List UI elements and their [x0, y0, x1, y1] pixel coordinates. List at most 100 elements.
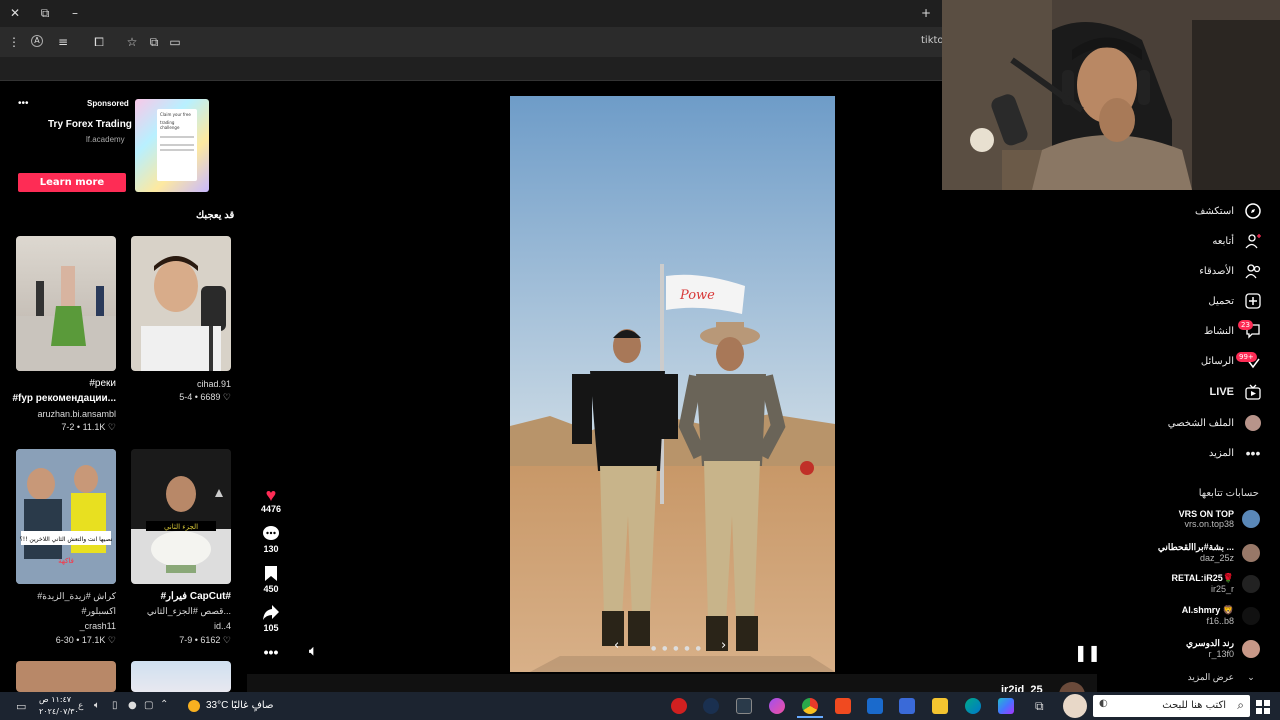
reading-list-icon[interactable]: ≡ [55, 35, 71, 49]
recommendation-thumbnail[interactable] [131, 661, 231, 692]
bookmark-star-icon[interactable]: ☆ [124, 35, 140, 49]
date-text: 6-30 [55, 635, 74, 645]
share-count: 105 [263, 623, 279, 633]
like-button[interactable]: ♥ 4476 [258, 486, 284, 514]
nav-activity[interactable]: النشاط [1204, 321, 1262, 341]
notifications-icon[interactable]: ▭ [16, 700, 26, 713]
recommendations-heading: قد يعجبك [196, 210, 235, 221]
pause-icon[interactable]: ❚❚ [1074, 643, 1101, 662]
thumb-overlay-text: نصيها انت والتعش الثاني اللاخرين !!؟ [20, 536, 113, 543]
learn-more-button[interactable]: Learn more [18, 173, 126, 192]
steam-icon[interactable] [703, 698, 719, 714]
page-header-strip [0, 57, 942, 81]
microphone-icon[interactable]: ● [128, 700, 137, 711]
more-dots-icon[interactable]: ••• [18, 98, 29, 109]
ad-thumb-line: Claim your free [160, 112, 191, 117]
recommendation-caption[interactable]: #реки [89, 378, 116, 389]
more-options-icon[interactable]: ••• [258, 644, 284, 660]
windows-start-icon[interactable] [1256, 699, 1270, 714]
following-account[interactable]: VRS ON TOP vrs.on.top38 [1179, 509, 1260, 529]
recommendation-author[interactable]: aruzhan.bi.ansambl [37, 409, 116, 419]
weather-temp[interactable]: 33°C [206, 700, 228, 711]
ad-title[interactable]: Try Forex Trading [48, 119, 132, 130]
recommendation-thumbnail[interactable] [16, 661, 116, 692]
following-account[interactable]: Al.shmry 🦁 f16..b8 [1182, 605, 1260, 626]
show-more-button[interactable]: عرض المزيد ⌄ [1188, 672, 1260, 683]
profile-icon[interactable]: A [31, 35, 43, 47]
recommendation-author[interactable]: _crash11 [80, 621, 116, 631]
clock-date[interactable]: ٢٠٢٤/٠٧/٣٠ [39, 707, 79, 716]
like-count: 4476 [260, 504, 282, 514]
new-tab-icon[interactable]: + [918, 6, 934, 20]
extensions-icon[interactable]: ⧠ [91, 35, 107, 49]
recommendation-thumbnail[interactable] [16, 236, 116, 371]
restore-icon[interactable]: ⧉ [37, 6, 53, 20]
recommendation-thumbnail[interactable]: الجزء الثاني [131, 449, 231, 584]
likes-text: 11.1K [82, 422, 106, 432]
recommendation-thumbnail[interactable] [131, 236, 231, 371]
network-icon[interactable]: ▯ [112, 700, 118, 711]
chrome-icon[interactable] [802, 698, 818, 714]
input-language[interactable]: ع [78, 701, 83, 711]
nav-profile[interactable]: الملف الشخصي [1168, 413, 1262, 433]
following-account[interactable]: بشة#براالقحطاني ... daz_25z [1158, 542, 1260, 563]
brave-icon[interactable] [835, 698, 851, 714]
recommendation-caption[interactable]: #fyp рекомендации... [12, 393, 116, 404]
nav-live[interactable]: LIVE [1210, 382, 1262, 402]
nav-label: استكشف [1195, 205, 1234, 217]
volume-icon[interactable]: 🔈︎ [94, 700, 100, 711]
ad-thumb-line: trading challenge [160, 120, 180, 130]
menu-dots-icon[interactable]: ⋮ [6, 35, 22, 49]
nav-following[interactable]: أتابعه [1212, 231, 1262, 251]
nav-upload[interactable]: تحميل [1208, 291, 1262, 311]
weather-desc[interactable]: صافٍ غالبًا [231, 700, 273, 711]
user-add-icon [1244, 232, 1262, 250]
recommendation-caption[interactable]: قصص #الجزء_الثاني... [147, 606, 231, 617]
xbox-icon[interactable] [736, 698, 752, 714]
battery-icon[interactable]: ▢ [144, 700, 153, 711]
file-explorer-icon[interactable] [932, 698, 948, 714]
close-icon[interactable]: ✕ [7, 6, 23, 20]
active-app-indicator [797, 716, 823, 718]
recommendation-stats: 7-2 • 11.1K ♡ [61, 422, 116, 432]
app-icon[interactable] [671, 698, 687, 714]
main-video[interactable]: Powe [510, 96, 835, 672]
recommendation-caption[interactable]: #فيرار CapCut# [161, 591, 231, 602]
sponsored-ad[interactable]: ••• Sponsored Try Forex Trading lf.acade… [14, 96, 232, 196]
avatar [1242, 510, 1260, 528]
recommendation-caption[interactable]: #اكسبلور [81, 606, 116, 617]
screenshot-icon[interactable]: ▭ [167, 35, 183, 49]
translate-icon[interactable]: ⧉ [146, 35, 162, 49]
following-account[interactable]: رند الدوسري r_13f0 [1186, 638, 1260, 659]
ad-thumbnail[interactable]: Claim your free trading challenge [135, 99, 209, 192]
volume-icon[interactable]: 🔈︎ [300, 643, 326, 659]
nav-more[interactable]: المزيد ••• [1209, 443, 1262, 463]
following-account[interactable]: RETAL:iR25🌹 ir25_r [1171, 573, 1260, 594]
search-highlight-icon[interactable] [1063, 694, 1087, 718]
task-view-icon[interactable]: ⧉ [1035, 699, 1044, 714]
recommendation-author[interactable]: id..4 [214, 621, 231, 631]
share-button[interactable]: 105 [258, 604, 284, 633]
outlook-icon[interactable] [867, 698, 883, 714]
recommendation-caption[interactable]: #كراش #زيدة_الزيدة [37, 591, 116, 602]
messenger-icon[interactable] [769, 698, 785, 714]
recommendation-thumbnail[interactable]: نصيها انت والتعش الثاني اللاخرين !!؟ فاكه… [16, 449, 116, 584]
nav-friends[interactable]: الأصدقاء [1199, 261, 1262, 281]
nav-explore[interactable]: استكشف [1195, 201, 1262, 221]
browser-toolbar: ⋮ A ≡ ⧠ ☆ ⧉ ▭ tiktol [0, 27, 946, 57]
edge-icon[interactable] [965, 698, 981, 714]
minimize-icon[interactable]: – [67, 6, 83, 20]
account-name: RETAL:iR25🌹 [1171, 573, 1234, 583]
copilot-icon[interactable] [998, 698, 1014, 714]
avatar [1242, 606, 1260, 625]
ad-domain[interactable]: lf.academy [86, 135, 125, 144]
taskbar-search-box[interactable]: اكتب هنا للبحث ⌕ ◐ [1093, 695, 1250, 717]
chevron-left-icon[interactable]: ‹ [614, 638, 619, 653]
chevron-right-icon[interactable]: › [721, 638, 726, 653]
save-button[interactable]: 450 [258, 565, 284, 594]
recommendation-author[interactable]: cihad.91 [197, 379, 231, 389]
comment-button[interactable]: 130 [258, 525, 284, 554]
chevron-up-icon[interactable]: ⌃ [160, 699, 168, 710]
store-icon[interactable] [899, 698, 915, 714]
clock-time[interactable]: ١١:٤٧ ص [39, 695, 71, 704]
